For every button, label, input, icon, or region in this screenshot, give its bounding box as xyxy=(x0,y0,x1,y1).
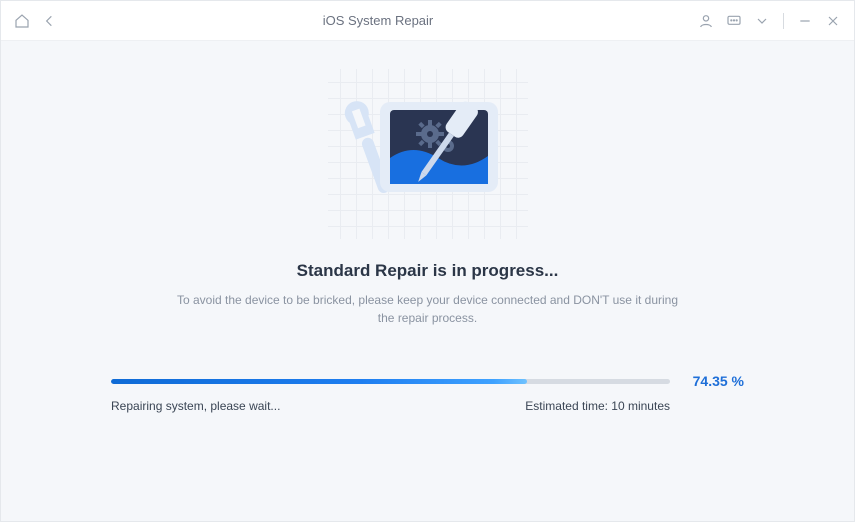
account-icon[interactable] xyxy=(697,12,715,30)
progress-fill xyxy=(111,379,527,384)
separator xyxy=(783,13,784,29)
progress-bar xyxy=(111,379,670,384)
progress-status-text: Repairing system, please wait... xyxy=(111,399,280,413)
progress-labels: Repairing system, please wait... Estimat… xyxy=(111,399,744,413)
app-window: iOS System Repair xyxy=(0,0,855,522)
feedback-icon[interactable] xyxy=(725,12,743,30)
progress-percent: 74.35 % xyxy=(684,373,744,389)
progress-row: 74.35 % xyxy=(111,373,744,389)
back-icon[interactable] xyxy=(41,12,59,30)
close-icon[interactable] xyxy=(824,12,842,30)
chevron-down-icon[interactable] xyxy=(753,12,771,30)
titlebar: iOS System Repair xyxy=(1,1,854,41)
window-title: iOS System Repair xyxy=(59,13,697,28)
home-icon[interactable] xyxy=(13,12,31,30)
minimize-icon[interactable] xyxy=(796,12,814,30)
repair-illustration xyxy=(328,69,528,239)
main-content: Standard Repair is in progress... To avo… xyxy=(1,41,854,521)
titlebar-right xyxy=(697,12,842,30)
progress-subtext: To avoid the device to be bricked, pleas… xyxy=(168,291,688,327)
progress-heading: Standard Repair is in progress... xyxy=(297,261,559,281)
titlebar-left xyxy=(13,12,59,30)
progress-area: 74.35 % Repairing system, please wait...… xyxy=(111,373,744,413)
progress-eta-text: Estimated time: 10 minutes xyxy=(525,399,744,413)
